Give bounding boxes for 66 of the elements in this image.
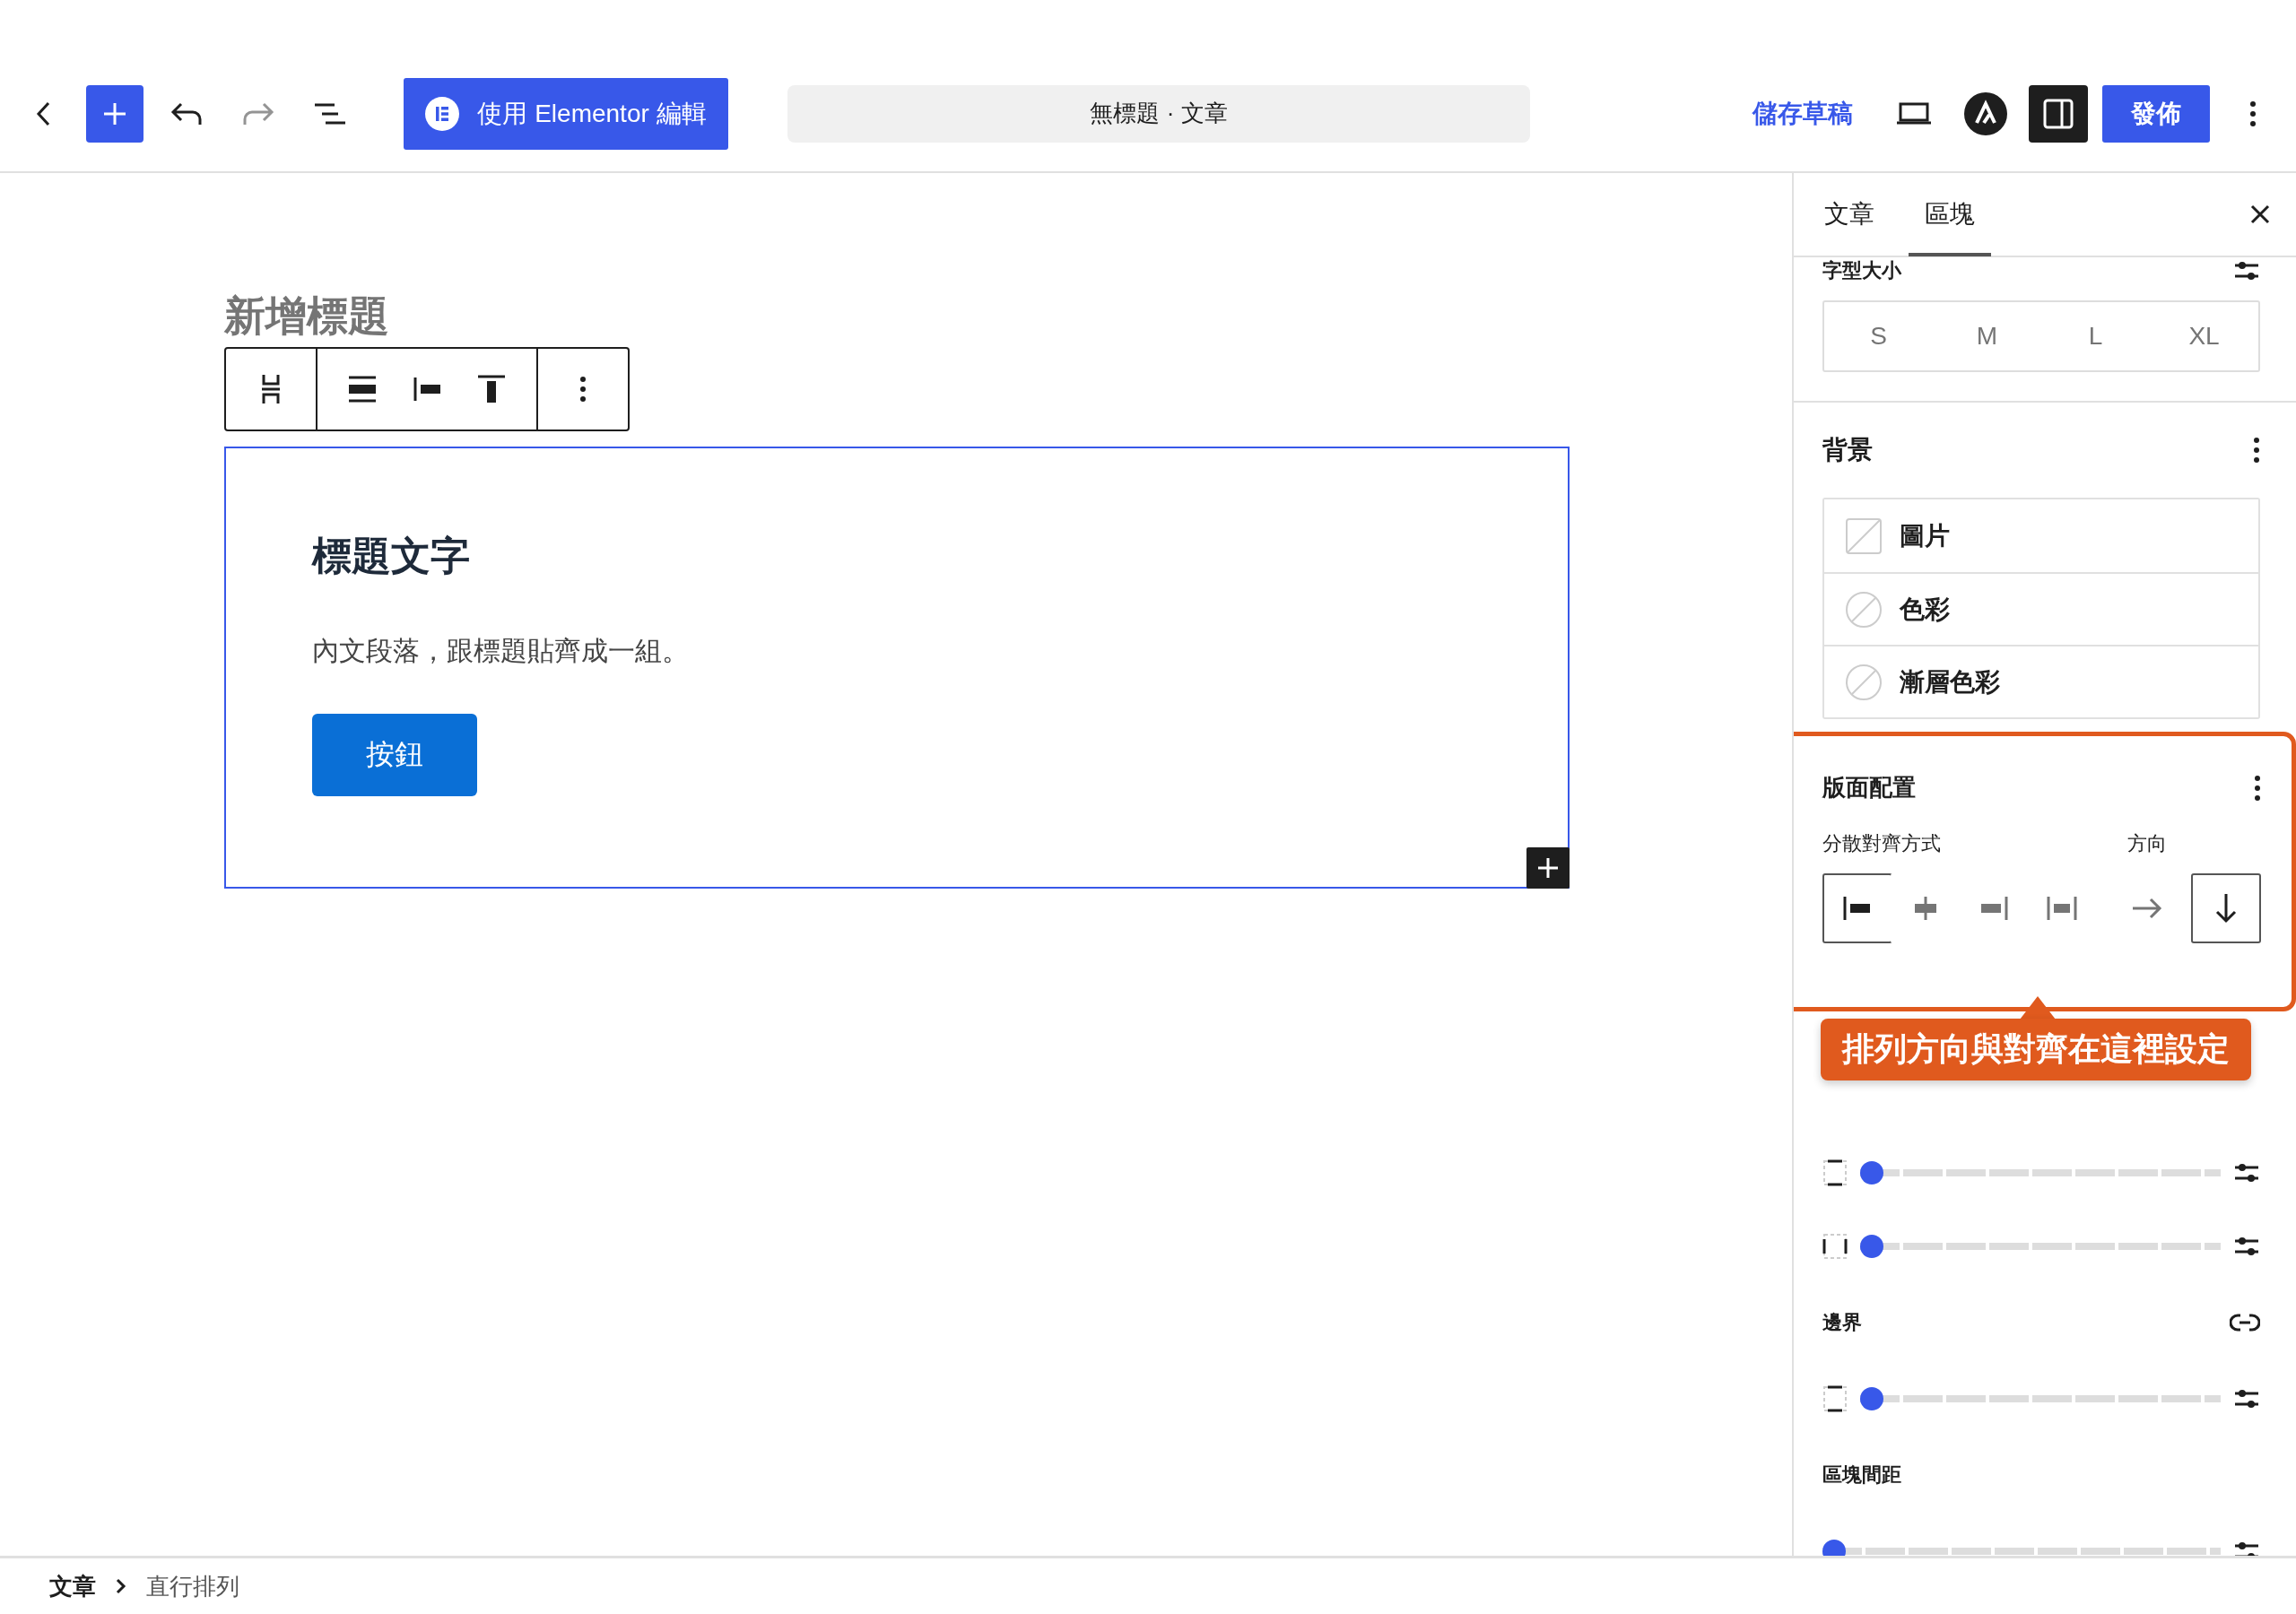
more-options-icon[interactable] bbox=[2249, 100, 2257, 127]
margin-label: 邊界 bbox=[1822, 1310, 1862, 1335]
font-size-option[interactable]: M bbox=[1933, 302, 2041, 370]
post-title[interactable]: 新增標題 bbox=[224, 290, 389, 342]
more-options-icon[interactable] bbox=[2254, 774, 2261, 802]
font-size-label: 字型大小 bbox=[1822, 258, 1901, 283]
sliders-icon[interactable] bbox=[2233, 1235, 2260, 1258]
orientation-label: 方向 bbox=[2127, 831, 2167, 856]
laptop-icon bbox=[1896, 101, 1932, 126]
slider-thumb[interactable] bbox=[1860, 1235, 1883, 1258]
font-size-option[interactable]: XL bbox=[2150, 302, 2258, 370]
font-size-option[interactable]: L bbox=[2041, 302, 2150, 370]
link-icon[interactable] bbox=[2230, 1313, 2260, 1332]
paragraph-text: 內文段落，跟標題貼齊成一組。 bbox=[312, 635, 689, 667]
more-options-icon[interactable] bbox=[2253, 437, 2260, 464]
background-title: 背景 bbox=[1822, 435, 1873, 465]
background-option-label: 圖片 bbox=[1900, 520, 1950, 551]
plus-icon bbox=[1536, 856, 1560, 880]
sidebar-icon bbox=[2043, 98, 2074, 129]
add-block-button[interactable] bbox=[1526, 847, 1570, 889]
elementor-logo-icon bbox=[425, 96, 460, 131]
background-option-label: 色彩 bbox=[1900, 594, 1950, 625]
stack-icon bbox=[260, 373, 282, 405]
justify-option[interactable] bbox=[1822, 873, 1892, 943]
background-option-label: 漸層色彩 bbox=[1900, 666, 2000, 698]
sidebar-tab[interactable]: 區塊 bbox=[1909, 173, 1991, 256]
align-left-icon bbox=[412, 376, 442, 403]
sliders-icon[interactable] bbox=[2233, 259, 2260, 282]
box-sides-icon bbox=[1822, 1233, 1848, 1260]
box-sides-icon bbox=[1822, 1159, 1848, 1186]
elementor-edit-button[interactable]: 使用 Elementor 編輯 bbox=[404, 77, 728, 150]
save-draft-button[interactable]: 儲存草稿 bbox=[1742, 89, 1864, 138]
list-view-icon bbox=[313, 101, 347, 126]
font-size-picker[interactable]: S M L XL bbox=[1822, 300, 2260, 372]
sliders-icon[interactable] bbox=[2233, 1161, 2260, 1184]
background-option[interactable]: 漸層色彩 bbox=[1824, 645, 2258, 717]
undo-icon bbox=[170, 100, 203, 126]
justify-label: 分散對齊方式 bbox=[1822, 831, 1942, 856]
settings-sidebar-button[interactable] bbox=[2029, 84, 2088, 143]
slider-thumb[interactable] bbox=[1860, 1161, 1883, 1184]
empty-swatch-icon bbox=[1846, 517, 1882, 554]
box-sides-icon bbox=[1822, 1385, 1848, 1412]
content-button[interactable]: 按鈕 bbox=[312, 714, 477, 796]
font-size-option[interactable]: S bbox=[1824, 302, 1933, 370]
chevron-icon bbox=[116, 1578, 126, 1594]
breadcrumb-item[interactable]: 文章 bbox=[49, 1570, 96, 1602]
empty-swatch-icon bbox=[1846, 664, 1882, 700]
chevron-left-icon bbox=[34, 100, 52, 127]
heading-text: 標題文字 bbox=[312, 533, 470, 579]
publish-button[interactable]: 發佈 bbox=[2102, 84, 2210, 143]
sliders-icon[interactable] bbox=[2233, 1387, 2260, 1410]
breadcrumb-item[interactable]: 直行排列 bbox=[146, 1570, 239, 1602]
empty-swatch-icon bbox=[1846, 591, 1882, 628]
slider-thumb[interactable] bbox=[1860, 1387, 1883, 1410]
sidebar-tab[interactable]: 文章 bbox=[1808, 173, 1891, 256]
redo-icon bbox=[242, 100, 274, 126]
document-title[interactable]: 無標題 · 文章 bbox=[787, 84, 1530, 143]
justify-icon bbox=[347, 376, 378, 403]
orientation-option[interactable] bbox=[2191, 873, 2261, 943]
align-top-icon bbox=[476, 374, 507, 404]
more-options-icon[interactable] bbox=[579, 376, 587, 403]
layout-title: 版面配置 bbox=[1822, 773, 1916, 803]
close-icon bbox=[2249, 204, 2271, 225]
block-spacing-label: 區塊間距 bbox=[1822, 1462, 1901, 1488]
plugin-logo-icon bbox=[1964, 91, 2007, 135]
group-block[interactable]: 標題文字 內文段落，跟標題貼齊成一組。 按鈕 bbox=[224, 447, 1570, 889]
